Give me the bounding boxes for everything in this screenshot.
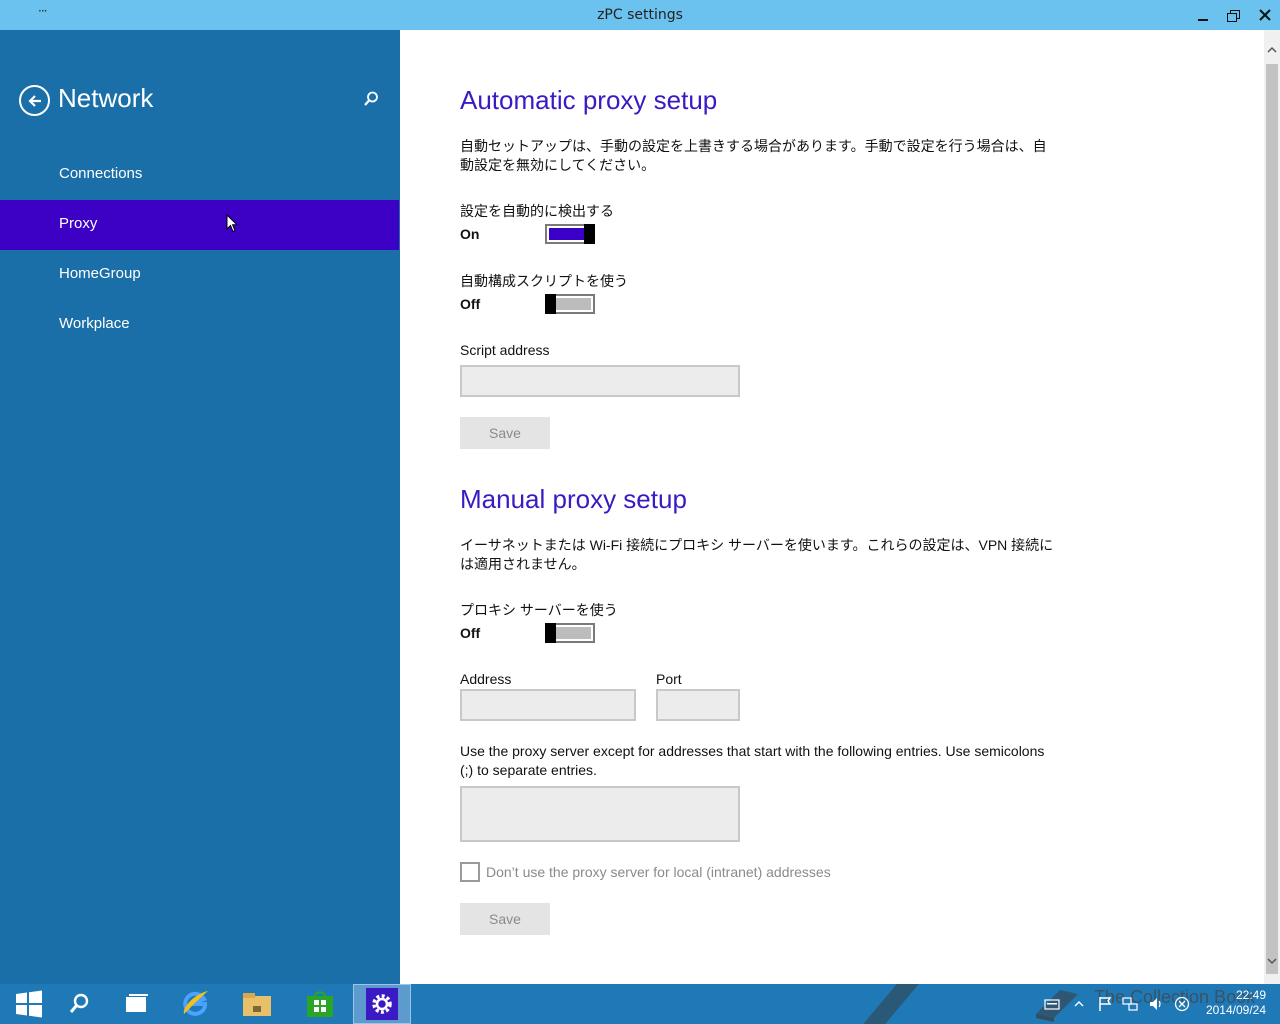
store-icon (307, 991, 333, 1017)
exceptions-description: Use the proxy server except for addresse… (460, 743, 1045, 778)
script-address-field[interactable] (460, 365, 740, 397)
sidebar-item-connections[interactable]: Connections (0, 150, 399, 200)
detect-settings-state: On (460, 226, 480, 242)
internet-explorer-icon (183, 991, 208, 1016)
content-pane: Automatic proxy setup 自動セットアップは、手動の設定を上書… (400, 30, 1264, 984)
back-arrow-icon (27, 94, 41, 107)
task-view-button[interactable] (108, 984, 166, 1024)
close-icon (1259, 9, 1271, 21)
minimize-icon (1198, 19, 1208, 21)
toggle-thumb (545, 294, 556, 314)
manual-save-button[interactable]: Save (460, 903, 550, 935)
port-field[interactable] (656, 689, 740, 721)
back-button[interactable] (19, 85, 50, 116)
sidebar-item-label: Proxy (59, 215, 98, 232)
taskbar-clock[interactable]: 22:49 2014/09/24 (1196, 988, 1266, 1018)
setup-script-state: Off (460, 296, 481, 312)
title-bar: ··· zPC settings (0, 0, 1280, 30)
taskbar: The Collection Book 22:49 2014/09/24 (0, 984, 1280, 1024)
sidebar-item-proxy[interactable]: Proxy (0, 200, 399, 250)
restore-icon (1227, 9, 1240, 22)
sidebar-item-label: Workplace (59, 315, 130, 332)
clock-date: 2014/09/24 (1205, 1003, 1266, 1017)
detect-settings-toggle[interactable] (545, 224, 595, 244)
keyboard-icon[interactable] (1044, 998, 1060, 1010)
file-explorer-button[interactable] (228, 984, 286, 1024)
mouse-cursor-icon (226, 214, 238, 233)
toggle-thumb (545, 623, 556, 643)
local-addresses-label: Don’t use the proxy server for local (in… (486, 864, 831, 880)
use-proxy-state: Off (460, 625, 481, 641)
scroll-up-icon[interactable] (1267, 45, 1277, 55)
scrollbar-thumb[interactable] (1266, 64, 1278, 974)
notification-tray (1044, 984, 1190, 1024)
script-address-label: Script address (460, 342, 550, 358)
restore-button[interactable] (1218, 0, 1248, 30)
sidebar-item-label: HomeGroup (59, 265, 141, 282)
manual-proxy-description: イーサネットまたは Wi-Fi 接続にプロキシ サーバーを使います。これらの設定… (460, 537, 1054, 572)
show-hidden-icons-icon[interactable] (1074, 1000, 1084, 1008)
automatic-proxy-heading: Automatic proxy setup (460, 85, 718, 115)
automatic-proxy-description: 自動セットアップは、手動の設定を上書きする場合があります。手動で設定を行う場合は… (460, 138, 1047, 173)
address-label: Address (460, 671, 512, 687)
detect-settings-label: 設定を自動的に検出する (460, 203, 614, 219)
file-explorer-icon (243, 993, 271, 1016)
vertical-scrollbar[interactable] (1264, 30, 1280, 984)
port-label: Port (656, 671, 682, 687)
close-button[interactable] (1250, 0, 1280, 30)
use-proxy-label: プロキシ サーバーを使う (460, 602, 618, 618)
internet-explorer-button[interactable] (167, 984, 225, 1024)
search-icon (69, 993, 89, 1013)
search-icon[interactable] (362, 90, 380, 108)
window-title: zPC settings (597, 7, 683, 23)
sidebar-item-label: Connections (59, 165, 143, 182)
taskbar-search-button[interactable] (50, 984, 108, 1024)
exceptions-field[interactable] (460, 786, 740, 842)
clock-time: 22:49 (1235, 988, 1266, 1002)
automatic-save-button[interactable]: Save (460, 417, 550, 449)
setup-script-label: 自動構成スクリプトを使う (460, 273, 628, 289)
task-view-icon (126, 994, 148, 1012)
action-center-flag-icon[interactable] (1098, 996, 1112, 1012)
minimize-button[interactable] (1188, 0, 1218, 30)
scroll-down-icon[interactable] (1267, 956, 1277, 966)
manual-proxy-heading: Manual proxy setup (460, 484, 687, 514)
start-icon (16, 990, 42, 1018)
use-proxy-toggle[interactable] (545, 623, 595, 643)
store-button[interactable] (291, 984, 349, 1024)
toggle-thumb (584, 224, 595, 244)
settings-icon (366, 988, 398, 1020)
local-addresses-checkbox[interactable] (460, 862, 480, 882)
address-field[interactable] (460, 689, 636, 721)
taskbar-stripe (863, 984, 919, 1024)
error-status-icon[interactable] (1174, 996, 1190, 1012)
network-icon[interactable] (1122, 996, 1138, 1012)
setup-script-toggle[interactable] (545, 294, 595, 314)
volume-icon[interactable] (1148, 996, 1164, 1012)
sidebar-item-workplace[interactable]: Workplace (0, 300, 399, 350)
settings-app-button[interactable] (353, 984, 411, 1024)
sidebar-item-homegroup[interactable]: HomeGroup (0, 250, 399, 300)
page-title: Network (58, 83, 154, 113)
sidebar: Network Connections Proxy HomeGroup Work… (0, 30, 400, 984)
